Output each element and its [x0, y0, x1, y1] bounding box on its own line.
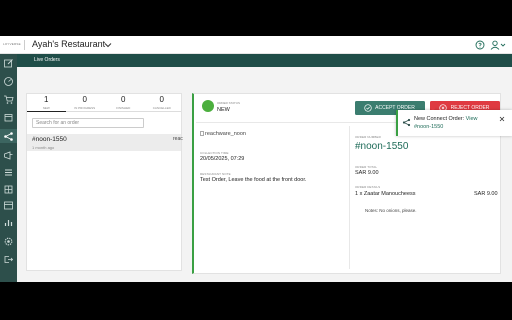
line-item-notes: Notes: No onions, please.: [365, 208, 417, 213]
restaurant-note-label: RESTAURANT NOTE: [200, 172, 231, 176]
tab-label: IN PROGRESS: [74, 106, 96, 110]
user-menu-icon[interactable]: [490, 40, 506, 50]
order-number-value: #noon-1550: [355, 141, 409, 152]
connect-orders-icon[interactable]: [3, 131, 14, 142]
status-indicator: [202, 100, 214, 112]
channel-image-alt: reachware_noon: [205, 131, 246, 137]
order-status-value: NEW: [217, 107, 230, 113]
order-status-label: ORDER STATUS: [217, 101, 241, 105]
tab-label: NEW: [42, 106, 50, 110]
notification-text: New Connect Order: View: [414, 116, 478, 122]
help-icon[interactable]: [475, 40, 485, 50]
notification-badge: [431, 106, 435, 110]
line-item-price: SAR 9.00: [474, 191, 498, 197]
order-details-label: ORDER DETAILS: [355, 185, 381, 189]
notification-prefix: New Connect Order:: [414, 116, 465, 122]
new-order-notification: New Connect Order: View #noon-1550: [396, 106, 512, 136]
table-icon[interactable]: [3, 200, 14, 211]
cart-icon[interactable]: [3, 94, 14, 105]
divider: [349, 126, 350, 269]
check-circle-icon: [364, 104, 372, 112]
broken-image-icon: [200, 131, 204, 137]
close-icon[interactable]: [498, 115, 506, 123]
notification-order-id: #noon-1550: [414, 124, 444, 130]
promo-icon[interactable]: [3, 150, 14, 161]
box-icon[interactable]: [3, 112, 14, 123]
restaurant-selector[interactable]: Ayah's Restaurant: [32, 39, 105, 49]
order-total-value: SAR 9.00: [355, 170, 379, 176]
tab-label: FINISHED: [116, 106, 131, 110]
tab-label: CANCELLED: [152, 106, 171, 110]
collection-time-value: 20/05/2025, 07:29: [200, 156, 245, 162]
edit-icon[interactable]: [3, 58, 14, 69]
sidebar: [0, 54, 17, 282]
dashboard-icon[interactable]: [3, 76, 14, 87]
app-window: LOYVERSE Ayah's Restaurant Live Orders 1…: [0, 36, 512, 282]
tab-new[interactable]: 1 NEW: [27, 94, 66, 112]
tab-finished[interactable]: 0 FINISHED: [104, 94, 143, 112]
tab-cancelled[interactable]: 0 CANCELLED: [143, 94, 182, 112]
order-age: 1 month ago: [32, 145, 55, 150]
list-icon[interactable]: [3, 167, 14, 178]
order-total-label: ORDER TOTAL: [355, 165, 378, 169]
tab-count: 0: [82, 95, 87, 104]
line-item-name: 1 x Zaatar Manoucheess: [355, 191, 416, 197]
tab-in-progress[interactable]: 0 IN PROGRESS: [66, 94, 105, 112]
restaurant-note-value: Test Order, Leave the food at the front …: [200, 177, 307, 183]
chevron-down-icon[interactable]: [103, 40, 113, 50]
order-list-item[interactable]: #noon-1550 1 month ago reachware_noon: [27, 134, 183, 151]
channel-image: reachware_noon: [200, 131, 246, 137]
exit-icon[interactable]: [3, 254, 14, 265]
settings-icon[interactable]: [3, 236, 14, 247]
page-header-bar: Live Orders: [17, 54, 512, 67]
topbar-divider: [24, 40, 25, 50]
tab-count: 1: [44, 95, 49, 104]
tab-count: 0: [121, 95, 126, 104]
connect-orders-icon: [402, 118, 411, 127]
order-id: #noon-1550: [32, 136, 67, 143]
tab-count: 0: [159, 95, 164, 104]
status-tabs: 1 NEW 0 IN PROGRESS 0 FINISHED 0 CANCELL…: [27, 94, 181, 112]
view-order-link[interactable]: View: [466, 116, 478, 122]
search-input[interactable]: [32, 118, 144, 128]
top-bar: LOYVERSE Ayah's Restaurant: [0, 36, 512, 54]
page-title: Live Orders: [34, 57, 60, 63]
chart-icon[interactable]: [3, 217, 14, 228]
channel-logo-image: reachware_noon: [173, 136, 183, 142]
order-number-label: ORDER NUMBER: [355, 135, 381, 139]
collection-time-label: COLLECTION TIME: [200, 151, 229, 155]
main-content: 1 NEW 0 IN PROGRESS 0 FINISHED 0 CANCELL…: [17, 67, 512, 282]
grid-icon[interactable]: [3, 184, 14, 195]
orders-list-panel: 1 NEW 0 IN PROGRESS 0 FINISHED 0 CANCELL…: [26, 93, 183, 271]
brand-logo: LOYVERSE: [3, 42, 21, 46]
